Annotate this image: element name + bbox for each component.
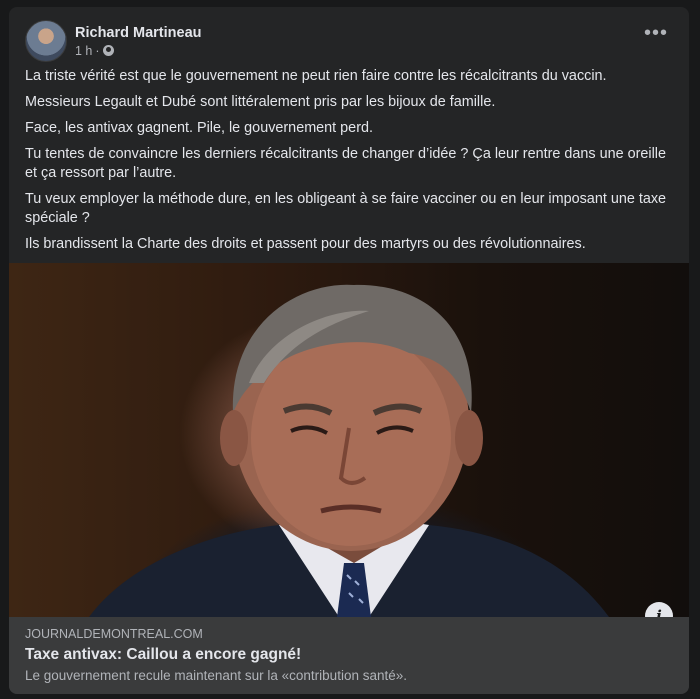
more-horizontal-icon: ••• [643,22,668,44]
link-preview-image[interactable] [9,263,689,617]
globe-icon[interactable] [102,45,114,56]
post-text: La triste vérité est que le gouvernement… [25,67,677,261]
more-options-button[interactable]: ••• [641,22,671,49]
post-header: Richard Martineau 1 h · [25,19,202,63]
avatar[interactable] [25,20,67,62]
link-preview-footer[interactable]: JOURNALDEMONTREAL.COM Taxe antivax: Cail… [9,617,689,694]
post-time[interactable]: 1 h [75,44,92,58]
post-card: Richard Martineau 1 h · ••• La triste vé… [9,7,689,694]
post-paragraph: La triste vérité est que le gouvernement… [25,68,607,84]
portrait-illustration [89,284,609,617]
link-title[interactable]: Taxe antivax: Caillou a encore gagné! [25,646,301,664]
post-paragraph: Messieurs Legault et Dubé sont littérale… [25,94,496,110]
meta-separator: · [95,43,100,58]
link-description: Le gouvernement recule maintenant sur la… [25,668,407,683]
post-paragraph: Ils brandissent la Charte des droits et … [25,236,586,252]
author-name[interactable]: Richard Martineau [75,25,202,41]
post-paragraph: Tu tentes de convaincre les derniers réc… [25,146,667,181]
post-paragraph: Face, les antivax gagnent. Pile, le gouv… [25,120,373,136]
link-domain: JOURNALDEMONTREAL.COM [25,627,203,641]
post-paragraph: Tu veux employer la méthode dure, en les… [25,191,667,226]
post-meta: 1 h · [75,44,202,58]
author-block: Richard Martineau 1 h · [75,25,202,58]
